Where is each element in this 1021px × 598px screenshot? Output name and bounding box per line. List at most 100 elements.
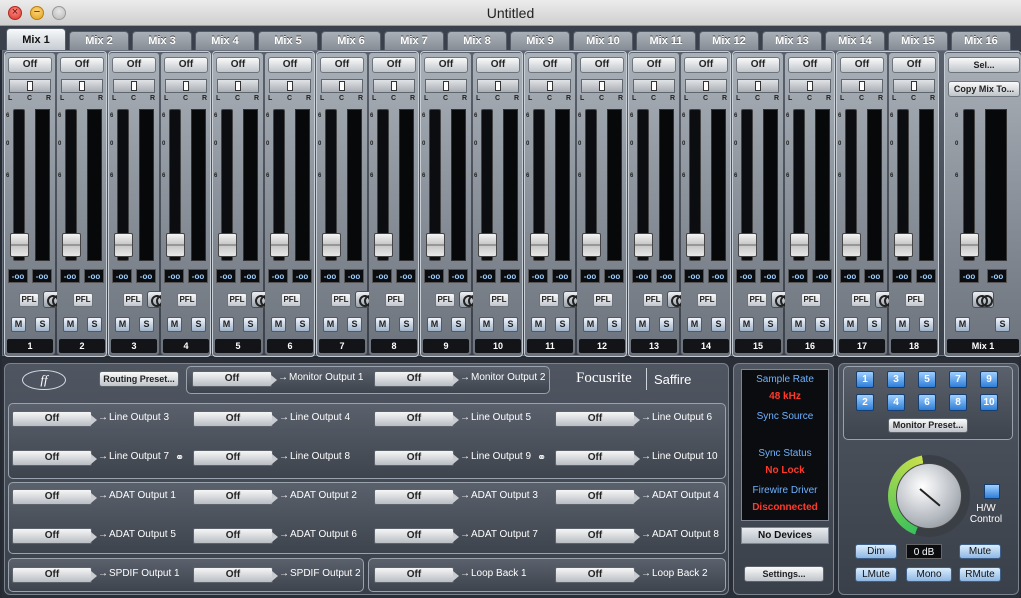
mute-button[interactable]: M bbox=[271, 317, 286, 332]
monitor-output-button-3[interactable]: 3 bbox=[887, 371, 905, 388]
pfl-button[interactable]: PFL bbox=[851, 293, 871, 307]
tab-mix-11[interactable]: Mix 11 bbox=[636, 31, 696, 50]
output-source-select[interactable]: Off bbox=[12, 450, 97, 466]
routing-preset-button[interactable]: Routing Preset... bbox=[99, 371, 179, 387]
pan-handle[interactable] bbox=[79, 81, 85, 91]
monitor-output-button-6[interactable]: 6 bbox=[918, 394, 936, 411]
input-select-button[interactable]: Off bbox=[320, 57, 364, 73]
solo-button[interactable]: S bbox=[711, 317, 726, 332]
pan-slider[interactable] bbox=[217, 79, 259, 93]
pan-slider[interactable] bbox=[165, 79, 207, 93]
pfl-button[interactable]: PFL bbox=[281, 293, 301, 307]
lmute-button[interactable]: LMute bbox=[855, 567, 897, 582]
pan-handle[interactable] bbox=[703, 81, 709, 91]
output-source-select[interactable]: Off bbox=[193, 411, 278, 427]
tab-mix-3[interactable]: Mix 3 bbox=[132, 31, 192, 50]
dim-button[interactable]: Dim bbox=[855, 544, 897, 559]
output-source-select[interactable]: Off bbox=[12, 411, 97, 427]
monitor-output-button-1[interactable]: 1 bbox=[856, 371, 874, 388]
pan-handle[interactable] bbox=[547, 81, 553, 91]
pan-slider[interactable] bbox=[373, 79, 415, 93]
output-source-select[interactable]: Off bbox=[555, 489, 640, 505]
solo-button[interactable]: S bbox=[191, 317, 206, 332]
mute-button[interactable]: Mute bbox=[959, 544, 1001, 559]
input-select-button[interactable]: Off bbox=[580, 57, 624, 73]
pfl-button[interactable]: PFL bbox=[435, 293, 455, 307]
output-source-select[interactable]: Off bbox=[374, 371, 459, 387]
fader-handle[interactable] bbox=[738, 233, 757, 257]
fader-handle[interactable] bbox=[790, 233, 809, 257]
monitor-volume-knob[interactable] bbox=[888, 455, 970, 537]
fader-handle[interactable] bbox=[894, 233, 913, 257]
tab-mix-2[interactable]: Mix 2 bbox=[69, 31, 129, 50]
solo-button[interactable]: S bbox=[555, 317, 570, 332]
fader-handle[interactable] bbox=[62, 233, 81, 257]
monitor-output-button-9[interactable]: 9 bbox=[980, 371, 998, 388]
output-source-select[interactable]: Off bbox=[555, 567, 640, 583]
monitor-output-button-2[interactable]: 2 bbox=[856, 394, 874, 411]
fader-handle[interactable] bbox=[270, 233, 289, 257]
pan-handle[interactable] bbox=[495, 81, 501, 91]
input-select-button[interactable]: Off bbox=[372, 57, 416, 73]
input-select-button[interactable]: Off bbox=[736, 57, 780, 73]
solo-button[interactable]: S bbox=[503, 317, 518, 332]
mute-button[interactable]: M bbox=[687, 317, 702, 332]
fader-handle[interactable] bbox=[478, 233, 497, 257]
input-select-button[interactable]: Off bbox=[60, 57, 104, 73]
output-source-select[interactable]: Off bbox=[374, 567, 459, 583]
output-source-select[interactable]: Off bbox=[374, 450, 459, 466]
pan-handle[interactable] bbox=[443, 81, 449, 91]
pan-slider[interactable] bbox=[633, 79, 675, 93]
pan-handle[interactable] bbox=[755, 81, 761, 91]
output-source-select[interactable]: Off bbox=[193, 450, 278, 466]
mute-button[interactable]: M bbox=[791, 317, 806, 332]
pan-handle[interactable] bbox=[183, 81, 189, 91]
pfl-button[interactable]: PFL bbox=[801, 293, 821, 307]
monitor-output-button-7[interactable]: 7 bbox=[949, 371, 967, 388]
tab-mix-6[interactable]: Mix 6 bbox=[321, 31, 381, 50]
select-button[interactable]: Sel... bbox=[948, 57, 1020, 73]
solo-button[interactable]: S bbox=[243, 317, 258, 332]
pan-slider[interactable] bbox=[113, 79, 155, 93]
tab-mix-15[interactable]: Mix 15 bbox=[888, 31, 948, 50]
mute-button[interactable]: M bbox=[531, 317, 546, 332]
pfl-button[interactable]: PFL bbox=[539, 293, 559, 307]
mute-button[interactable]: M bbox=[427, 317, 442, 332]
pan-slider[interactable] bbox=[789, 79, 831, 93]
pan-handle[interactable] bbox=[131, 81, 137, 91]
rmute-button[interactable]: RMute bbox=[959, 567, 1001, 582]
mute-button[interactable]: M bbox=[583, 317, 598, 332]
mute-button[interactable]: M bbox=[843, 317, 858, 332]
fader-handle[interactable] bbox=[634, 233, 653, 257]
output-source-select[interactable]: Off bbox=[555, 411, 640, 427]
input-select-button[interactable]: Off bbox=[112, 57, 156, 73]
input-select-button[interactable]: Off bbox=[788, 57, 832, 73]
pan-handle[interactable] bbox=[651, 81, 657, 91]
monitor-output-button-10[interactable]: 10 bbox=[980, 394, 998, 411]
output-source-select[interactable]: Off bbox=[374, 489, 459, 505]
pan-slider[interactable] bbox=[61, 79, 103, 93]
mute-button[interactable]: M bbox=[115, 317, 130, 332]
input-select-button[interactable]: Off bbox=[8, 57, 52, 73]
input-select-button[interactable]: Off bbox=[424, 57, 468, 73]
mute-button[interactable]: M bbox=[635, 317, 650, 332]
output-source-select[interactable]: Off bbox=[555, 528, 640, 544]
pan-handle[interactable] bbox=[339, 81, 345, 91]
pfl-button[interactable]: PFL bbox=[643, 293, 663, 307]
pan-slider[interactable] bbox=[269, 79, 311, 93]
solo-button[interactable]: S bbox=[607, 317, 622, 332]
pan-slider[interactable] bbox=[685, 79, 727, 93]
mute-button[interactable]: M bbox=[11, 317, 26, 332]
input-select-button[interactable]: Off bbox=[528, 57, 572, 73]
tab-mix-10[interactable]: Mix 10 bbox=[573, 31, 633, 50]
monitor-output-button-4[interactable]: 4 bbox=[887, 394, 905, 411]
pfl-button[interactable]: PFL bbox=[489, 293, 509, 307]
pfl-button[interactable]: PFL bbox=[593, 293, 613, 307]
output-source-select[interactable]: Off bbox=[193, 567, 278, 583]
input-select-button[interactable]: Off bbox=[892, 57, 936, 73]
pan-slider[interactable] bbox=[893, 79, 935, 93]
output-source-select[interactable]: Off bbox=[374, 411, 459, 427]
pfl-button[interactable]: PFL bbox=[905, 293, 925, 307]
tab-mix-16[interactable]: Mix 16 bbox=[951, 31, 1011, 50]
pan-handle[interactable] bbox=[287, 81, 293, 91]
